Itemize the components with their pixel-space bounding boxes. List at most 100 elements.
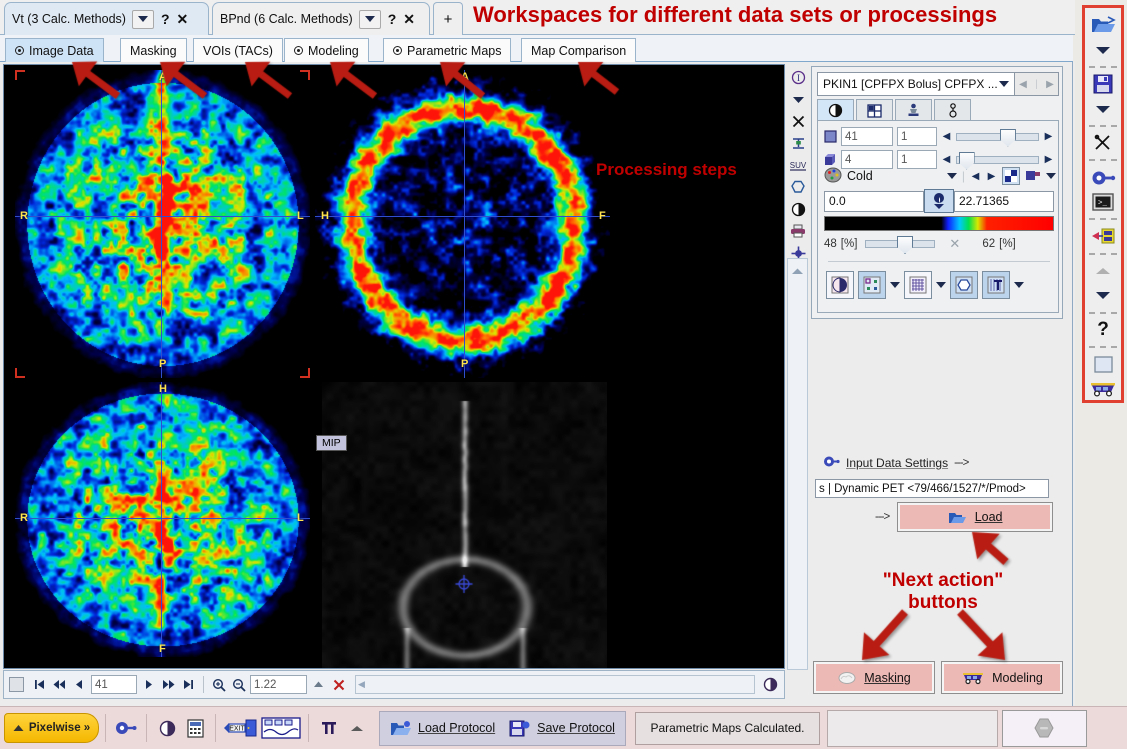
image-viewport[interactable]: A P R L A P H F H F R L MIP Processing s…: [3, 64, 785, 669]
tab-vois-tacs[interactable]: VOIs (TACs): [193, 38, 283, 62]
scissors-icon[interactable]: [1088, 132, 1118, 154]
settings-gear-icon[interactable]: [112, 714, 140, 742]
pane-sagittal[interactable]: [15, 382, 310, 657]
chevron-down-icon[interactable]: [131, 9, 154, 29]
contrast-icon[interactable]: [762, 675, 779, 694]
chevron-down-icon[interactable]: [936, 282, 946, 288]
chevron-down-icon[interactable]: [1088, 97, 1118, 119]
chevron-down-icon[interactable]: [1088, 284, 1118, 306]
circle-voi-icon[interactable]: [950, 271, 978, 299]
red-x-icon[interactable]: [330, 675, 347, 694]
slice-value-input[interactable]: 41: [841, 127, 893, 146]
help-icon[interactable]: ?: [387, 11, 398, 27]
palette-icon[interactable]: [824, 167, 842, 186]
masking-button[interactable]: Masking: [813, 661, 935, 694]
copy-icon[interactable]: [1025, 168, 1041, 185]
next-icon[interactable]: [140, 675, 157, 694]
chevron-down-icon[interactable]: [1046, 173, 1056, 179]
pi-icon[interactable]: [315, 714, 343, 742]
value-max-input[interactable]: 22.71365: [954, 190, 1054, 212]
prev-icon[interactable]: ◀: [941, 154, 952, 165]
zoom-in-icon[interactable]: [210, 675, 227, 694]
tab-map-comparison[interactable]: Map Comparison: [521, 38, 637, 62]
value-min-input[interactable]: 0.0: [824, 190, 924, 212]
close-icon[interactable]: ✕: [177, 11, 189, 28]
tab-thermometer[interactable]: [934, 99, 971, 121]
tab-parametric-maps[interactable]: Parametric Maps: [383, 38, 512, 62]
modeling-button[interactable]: Modeling: [941, 661, 1063, 694]
next-icon[interactable]: ▶: [986, 171, 997, 182]
colorbar[interactable]: [824, 216, 1054, 231]
contrast-icon[interactable]: [153, 714, 181, 742]
corner-button-box[interactable]: [1001, 709, 1087, 747]
workspace-tab-vt[interactable]: Vt (3 Calc. Methods) ? ✕: [4, 2, 209, 35]
layout-box-icon[interactable]: [9, 677, 24, 692]
export-icon[interactable]: [1088, 225, 1118, 247]
next-icon[interactable]: ▶: [1046, 79, 1054, 90]
skip-first-icon[interactable]: [31, 675, 48, 694]
load-button[interactable]: Load: [897, 502, 1053, 532]
settings-gear-icon[interactable]: [823, 454, 840, 472]
contrast-icon[interactable]: [789, 200, 807, 218]
exit-icon[interactable]: EXIT: [222, 714, 260, 742]
triangle-up-icon[interactable]: [310, 675, 327, 694]
slice-increment-input[interactable]: 1: [897, 127, 937, 146]
slider-thumb[interactable]: [999, 128, 1016, 147]
suv-icon[interactable]: SUV: [789, 156, 807, 174]
prev-icon[interactable]: ◀: [941, 131, 952, 142]
scroll-left-icon[interactable]: ◀: [358, 679, 365, 690]
pane-transverse[interactable]: [15, 70, 310, 378]
load-protocol-button[interactable]: Load Protocol: [390, 720, 495, 737]
prev-icon[interactable]: ◀: [1019, 79, 1027, 90]
chevron-down-icon[interactable]: [358, 9, 381, 29]
scatter-icon[interactable]: [858, 271, 886, 299]
slice-slider-track[interactable]: [956, 128, 1039, 147]
pixelwise-button[interactable]: Pixelwise »: [4, 713, 99, 743]
settings-gear-icon[interactable]: [1088, 166, 1118, 188]
zoom-out-icon[interactable]: [230, 675, 247, 694]
forward-icon[interactable]: [160, 675, 177, 694]
chevron-down-icon[interactable]: [999, 81, 1009, 87]
help-icon[interactable]: ?: [1088, 319, 1118, 341]
series-dropdown[interactable]: PKIN1 [CPFPX Bolus] CPFPX ...: [817, 72, 1015, 96]
pane-coronal[interactable]: [315, 70, 610, 378]
close-icon[interactable]: [789, 112, 807, 130]
open-folder-icon[interactable]: [1088, 14, 1118, 36]
chevron-down-icon[interactable]: [789, 90, 807, 108]
tab-layout[interactable]: [856, 99, 893, 121]
tab-image-data[interactable]: Image Data: [5, 38, 104, 62]
chevron-down-icon[interactable]: [890, 282, 900, 288]
help-icon[interactable]: ?: [160, 11, 171, 27]
percent-slider-track[interactable]: [865, 236, 936, 254]
tab-masking[interactable]: Masking: [120, 38, 187, 62]
save-protocol-button[interactable]: Save Protocol: [509, 720, 615, 737]
tab-modeling[interactable]: Modeling: [284, 38, 369, 62]
fusion-icon[interactable]: [826, 271, 854, 299]
waves-icon[interactable]: [260, 714, 302, 742]
printer-icon[interactable]: [789, 222, 807, 240]
frame-slider-track[interactable]: [956, 151, 1039, 170]
next-icon[interactable]: ▶: [1043, 131, 1054, 142]
skip-last-icon[interactable]: [180, 675, 197, 694]
threshold-icon[interactable]: [924, 189, 954, 213]
triangle-up-icon[interactable]: [1088, 260, 1118, 282]
zoom-level-input[interactable]: 1.22: [250, 675, 307, 694]
pane-mip[interactable]: [322, 382, 607, 668]
measure-icon[interactable]: [789, 134, 807, 152]
next-icon[interactable]: ▶: [1043, 154, 1054, 165]
input-data-settings-row[interactable]: Input Data Settings --->: [823, 455, 1063, 471]
chevron-down-icon[interactable]: [946, 173, 957, 179]
horizontal-scrollbar[interactable]: ◀: [355, 675, 755, 694]
prev-icon[interactable]: [71, 675, 88, 694]
close-icon[interactable]: ✕: [403, 11, 415, 28]
save-disk-icon[interactable]: [1088, 73, 1118, 95]
triangle-up-icon[interactable]: [789, 262, 807, 280]
input-data-path[interactable]: s | Dynamic PET <79/466/1527/*/Pmod>: [815, 479, 1049, 498]
chevron-down-icon[interactable]: [1088, 38, 1118, 60]
polygon-icon[interactable]: [789, 178, 807, 196]
terminal-icon[interactable]: >_: [1088, 191, 1118, 213]
invert-icon[interactable]: [1002, 167, 1020, 185]
calculator-icon[interactable]: [181, 714, 209, 742]
tab-display-contrast[interactable]: [817, 99, 854, 121]
frame-number-input[interactable]: 41: [91, 675, 137, 694]
